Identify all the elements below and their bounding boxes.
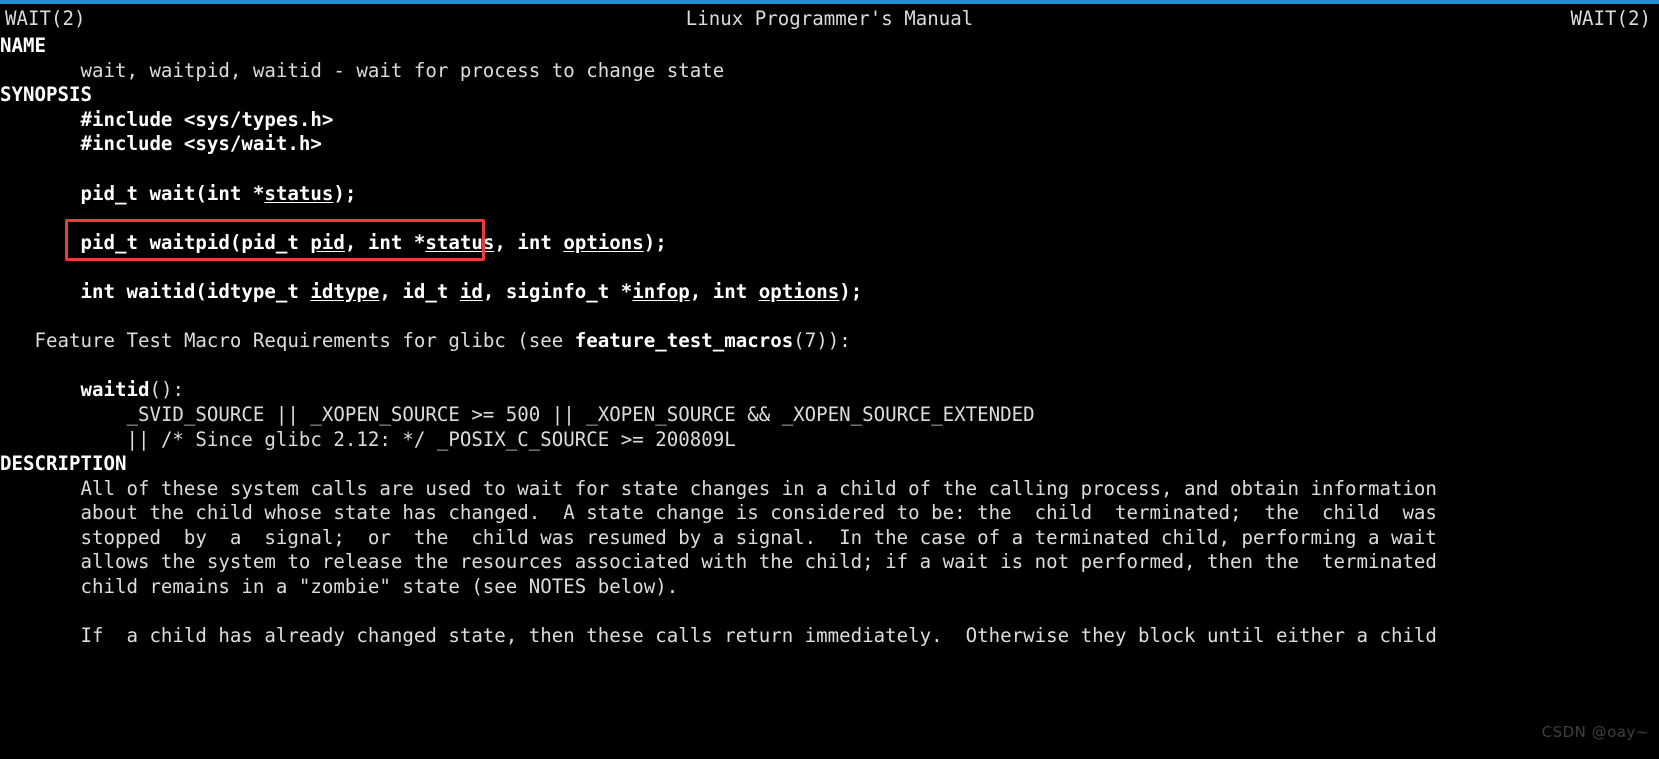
feature-test-outro: (7)): <box>793 329 851 353</box>
description-line-5: child remains in a "zombie" state (see N… <box>80 575 679 599</box>
prototype-waitid-param-id: id <box>459 279 483 303</box>
prototype-wait-tail: ); <box>333 181 357 205</box>
prototype-waitid: int waitid(idtype_t idtype, id_t id, sig… <box>80 280 862 303</box>
feature-test-intro: Feature Test Macro Requirements for glib… <box>34 329 575 353</box>
watermark: CSDN @oay~ <box>1541 723 1649 741</box>
description-line-4: allows the system to release the resourc… <box>80 550 1437 574</box>
prototype-waitpid-param-status: status <box>425 230 495 254</box>
man-header: WAIT(2) Linux Programmer's Manual WAIT(2… <box>0 4 1659 34</box>
feature-block-function: waitid(): <box>80 378 183 401</box>
description-line-2: about the child whose state has changed.… <box>80 501 1437 525</box>
name-body: wait, waitpid, waitid - wait for process… <box>80 58 725 82</box>
prototype-waitid-param-infop: infop <box>632 279 690 303</box>
prototype-waitid-tail: ); <box>839 279 863 303</box>
description-line-6: If a child has already changed state, th… <box>80 624 1437 648</box>
prototype-waitpid-sep1: , int * <box>344 230 426 254</box>
man-header-right: WAIT(2) <box>1570 7 1651 30</box>
prototype-waitid-sep2: , siginfo_t * <box>482 279 633 303</box>
prototype-waitid-sep1: , id_t <box>379 279 460 303</box>
prototype-waitpid-param-options: options <box>563 230 644 254</box>
feature-macro-line-1: _SVID_SOURCE || _XOPEN_SOURCE >= 500 || … <box>126 402 1035 426</box>
section-heading-name: NAME <box>0 34 46 57</box>
feature-block-function-suffix: (): <box>149 378 184 402</box>
prototype-waitpid: pid_t waitpid(pid_t pid, int *status, in… <box>80 231 666 254</box>
prototype-waitpid-decl: pid_t waitpid(pid_t <box>80 230 311 254</box>
prototype-wait-param-status: status <box>264 181 334 205</box>
section-name: NAME wait, waitpid, waitid - wait for pr… <box>0 34 1659 83</box>
man-header-center: Linux Programmer's Manual <box>685 7 974 30</box>
man-page-content: WAIT(2) Linux Programmer's Manual WAIT(2… <box>0 4 1659 649</box>
prototype-waitpid-tail: ); <box>643 230 667 254</box>
prototype-waitid-param-options: options <box>758 279 840 303</box>
prototype-waitpid-param-pid: pid <box>310 230 345 254</box>
prototype-waitid-decl: int waitid(idtype_t <box>80 279 311 303</box>
feature-macro-line-2: || /* Since glibc 2.12: */ _POSIX_C_SOUR… <box>126 427 736 451</box>
include-line-types: #include <sys/types.h> <box>80 107 334 131</box>
feature-test-line: Feature Test Macro Requirements for glib… <box>35 329 851 352</box>
section-heading-synopsis: SYNOPSIS <box>0 83 92 107</box>
description-line-1: All of these system calls are used to wa… <box>80 476 1437 500</box>
terminal-window: WAIT(2) Linux Programmer's Manual WAIT(2… <box>0 0 1659 759</box>
include-line-wait: #include <sys/wait.h> <box>80 132 322 156</box>
prototype-waitid-sep3: , int <box>689 279 759 303</box>
section-heading-description: DESCRIPTION <box>0 452 127 476</box>
feature-block-function-name: waitid <box>80 378 150 402</box>
prototype-wait: pid_t wait(int *status); <box>80 182 356 205</box>
prototype-wait-decl: pid_t wait(int * <box>80 181 265 205</box>
section-description: DESCRIPTION All of these system calls ar… <box>0 452 1659 649</box>
prototype-waitid-param-idtype: idtype <box>310 279 380 303</box>
prototype-waitpid-sep2: , int <box>494 230 564 254</box>
feature-test-macros-link[interactable]: feature_test_macros <box>575 329 793 352</box>
section-synopsis: SYNOPSIS #include <sys/types.h> #include… <box>0 83 1659 452</box>
description-line-3: stopped by a signal; or the child was re… <box>80 525 1437 549</box>
